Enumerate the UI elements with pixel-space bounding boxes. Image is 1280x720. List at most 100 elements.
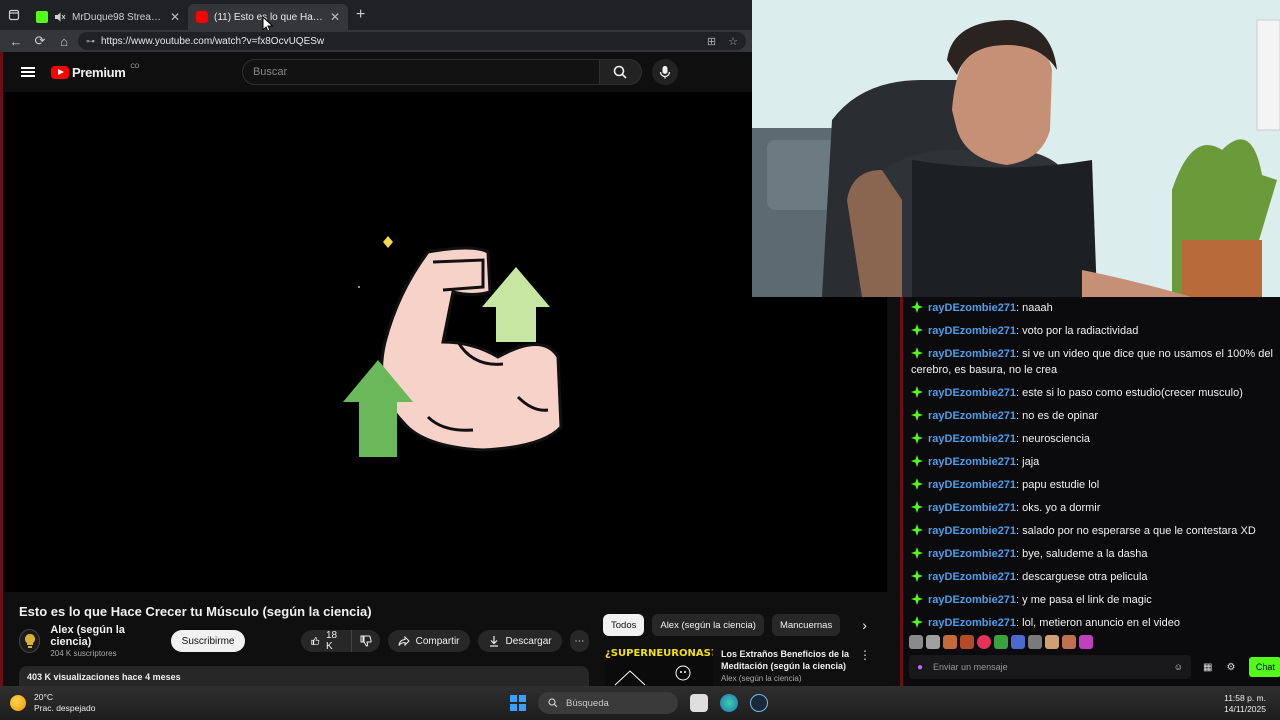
partly-sunny-icon (10, 695, 26, 711)
extensions-icon[interactable]: ⊞ (707, 35, 716, 48)
thumbs-down-icon (360, 635, 372, 647)
emote-icon[interactable] (1079, 635, 1093, 649)
store-icon[interactable]: ▦ (1203, 662, 1212, 673)
chat-send-button[interactable]: Chat (1249, 657, 1280, 677)
search-input[interactable]: Buscar (241, 59, 600, 85)
channel-name[interactable]: Alex (según la ciencia) (50, 624, 154, 648)
chat-username[interactable]: rayDEzombie271 (928, 525, 1016, 537)
chat-username[interactable]: rayDEzombie271 (928, 456, 1016, 468)
chat-username[interactable]: rayDEzombie271 (928, 617, 1016, 629)
sparkle-badge-icon (911, 501, 923, 513)
chat-message: rayDEzombie271: si ve un video que dice … (911, 343, 1276, 382)
microphone-icon[interactable]: ● (917, 662, 923, 673)
download-icon (489, 636, 498, 647)
taskbar-search[interactable]: Búsqueda (538, 692, 678, 714)
system-clock[interactable]: 11:58 p. m. 14/11/2025 (1224, 693, 1266, 715)
close-tab-icon[interactable]: ✕ (330, 10, 340, 24)
menu-icon[interactable] (21, 67, 35, 77)
chevron-right-icon[interactable]: › (862, 617, 867, 633)
emote-icon[interactable] (1045, 635, 1059, 649)
sparkle-badge-icon (911, 616, 923, 628)
chat-username[interactable]: rayDEzombie271 (928, 325, 1016, 337)
weather-widget[interactable]: 20°C Prac. despejado (10, 692, 95, 714)
tab-actions-icon[interactable] (0, 0, 28, 30)
chat-username[interactable]: rayDEzombie271 (928, 348, 1016, 360)
chat-username[interactable]: rayDEzombie271 (928, 571, 1016, 583)
share-button[interactable]: Compartir (387, 630, 470, 652)
gear-icon[interactable]: ⚙ (1226, 662, 1235, 673)
chat-message-list: rayDEzombie271: naaah rayDEzombie271: vo… (911, 297, 1276, 635)
subscribe-button[interactable]: Suscribirme (170, 630, 246, 652)
file-explorer-icon[interactable] (690, 694, 708, 712)
emote-icon[interactable] (909, 635, 923, 649)
edge-browser-icon[interactable] (720, 694, 738, 712)
address-bar: ← ⟳ ⌂ ⊶ https://www.youtube.com/watch?v=… (0, 30, 752, 52)
chip-all[interactable]: Todos (603, 614, 645, 636)
chat-username[interactable]: rayDEzombie271 (928, 387, 1016, 399)
chat-text: oks. yo a dormir (1022, 502, 1101, 514)
voice-search-button[interactable] (651, 59, 678, 85)
close-tab-icon[interactable]: ✕ (170, 10, 180, 24)
chat-username[interactable]: rayDEzombie271 (928, 433, 1016, 445)
emote-icon[interactable] (994, 635, 1008, 649)
chat-text: lol, metieron anuncio en el video (1022, 617, 1180, 629)
chat-username[interactable]: rayDEzombie271 (928, 502, 1016, 514)
bookmark-star-icon[interactable]: ☆ (728, 35, 738, 48)
sparkle-badge-icon (911, 547, 923, 559)
chat-text: voto por la radiactividad (1022, 325, 1139, 337)
more-vertical-icon[interactable]: ⋮ (859, 648, 871, 688)
youtube-logo[interactable]: Premium CO (51, 64, 139, 80)
chat-text: neurosciencia (1022, 433, 1091, 445)
emote-icon[interactable] (926, 635, 940, 649)
muted-speaker-icon[interactable] (54, 11, 66, 23)
back-arrow-icon[interactable]: ← (6, 31, 26, 51)
chat-message-input[interactable]: ● Enviar un mensaje ☺ (909, 655, 1191, 679)
recommended-video[interactable]: ¿SUPERNEURONAS? Los Extraños Beneficios … (605, 648, 875, 688)
recommended-title[interactable]: Los Extraños Beneficios de la Meditación… (721, 648, 851, 672)
sparkle-badge-icon (911, 386, 923, 398)
emote-icon[interactable] (1062, 635, 1076, 649)
site-info-icon[interactable]: ⊶ (86, 36, 95, 47)
emote-icon[interactable] (1011, 635, 1025, 649)
more-actions-button[interactable]: ⋯ (569, 630, 589, 652)
chat-message: rayDEzombie271: salado por no esperarse … (911, 520, 1276, 543)
channel-info: Alex (según la ciencia) 204 K suscriptor… (50, 624, 154, 658)
tab-kick-stream[interactable]: MrDuque98 Stream - Kick D ✕ (28, 4, 188, 30)
like-button[interactable]: 18 K (301, 630, 352, 652)
chat-message: rayDEzombie271: lol, metieron anuncio en… (911, 612, 1276, 635)
download-button[interactable]: Descargar (477, 630, 562, 652)
chat-username[interactable]: rayDEzombie271 (928, 548, 1016, 560)
thumbnail-sketch (614, 665, 691, 686)
new-tab-icon[interactable]: + (356, 6, 365, 24)
search-button[interactable] (599, 59, 642, 85)
steam-icon[interactable] (750, 694, 768, 712)
chat-username[interactable]: rayDEzombie271 (928, 594, 1016, 606)
chip-dumbbells[interactable]: Mancuernas (771, 614, 841, 636)
windows-taskbar: 20°C Prac. despejado Búsqueda 11:58 p. m… (0, 686, 1280, 720)
chip-channel[interactable]: Alex (según la ciencia) (652, 614, 764, 636)
emoji-icon[interactable]: ☺ (1174, 662, 1183, 672)
dislike-button[interactable] (351, 630, 380, 652)
chat-username[interactable]: rayDEzombie271 (928, 410, 1016, 422)
emote-icon[interactable] (1028, 635, 1042, 649)
thumbnail-text: ¿SUPERNEURONAS? (605, 648, 713, 659)
home-icon[interactable]: ⌂ (54, 31, 74, 51)
chat-username[interactable]: rayDEzombie271 (928, 302, 1016, 314)
windows-start-icon[interactable] (510, 695, 526, 711)
emote-icon[interactable] (943, 635, 957, 649)
url-field[interactable]: ⊶ https://www.youtube.com/watch?v=fx8Ocv… (78, 32, 746, 50)
chat-username[interactable]: rayDEzombie271 (928, 479, 1016, 491)
reload-icon[interactable]: ⟳ (30, 31, 50, 51)
recommended-thumbnail[interactable]: ¿SUPERNEURONAS? (605, 648, 713, 688)
youtube-play-icon (51, 65, 69, 79)
chat-text: papu estudie lol (1022, 479, 1100, 491)
sparkle-badge-icon (911, 593, 923, 605)
channel-avatar[interactable] (19, 629, 41, 653)
emote-icon[interactable] (960, 635, 974, 649)
clock-date: 14/11/2025 (1224, 704, 1266, 714)
chat-toolbar: ▦ ⚙ Chat (1203, 657, 1280, 677)
subscriber-count: 204 K suscriptores (50, 649, 117, 658)
description-box[interactable]: 403 K visualizaciones hace 4 meses (19, 666, 589, 688)
tab-title: MrDuque98 Stream - Kick D (72, 11, 164, 23)
emote-icon[interactable] (977, 635, 991, 649)
